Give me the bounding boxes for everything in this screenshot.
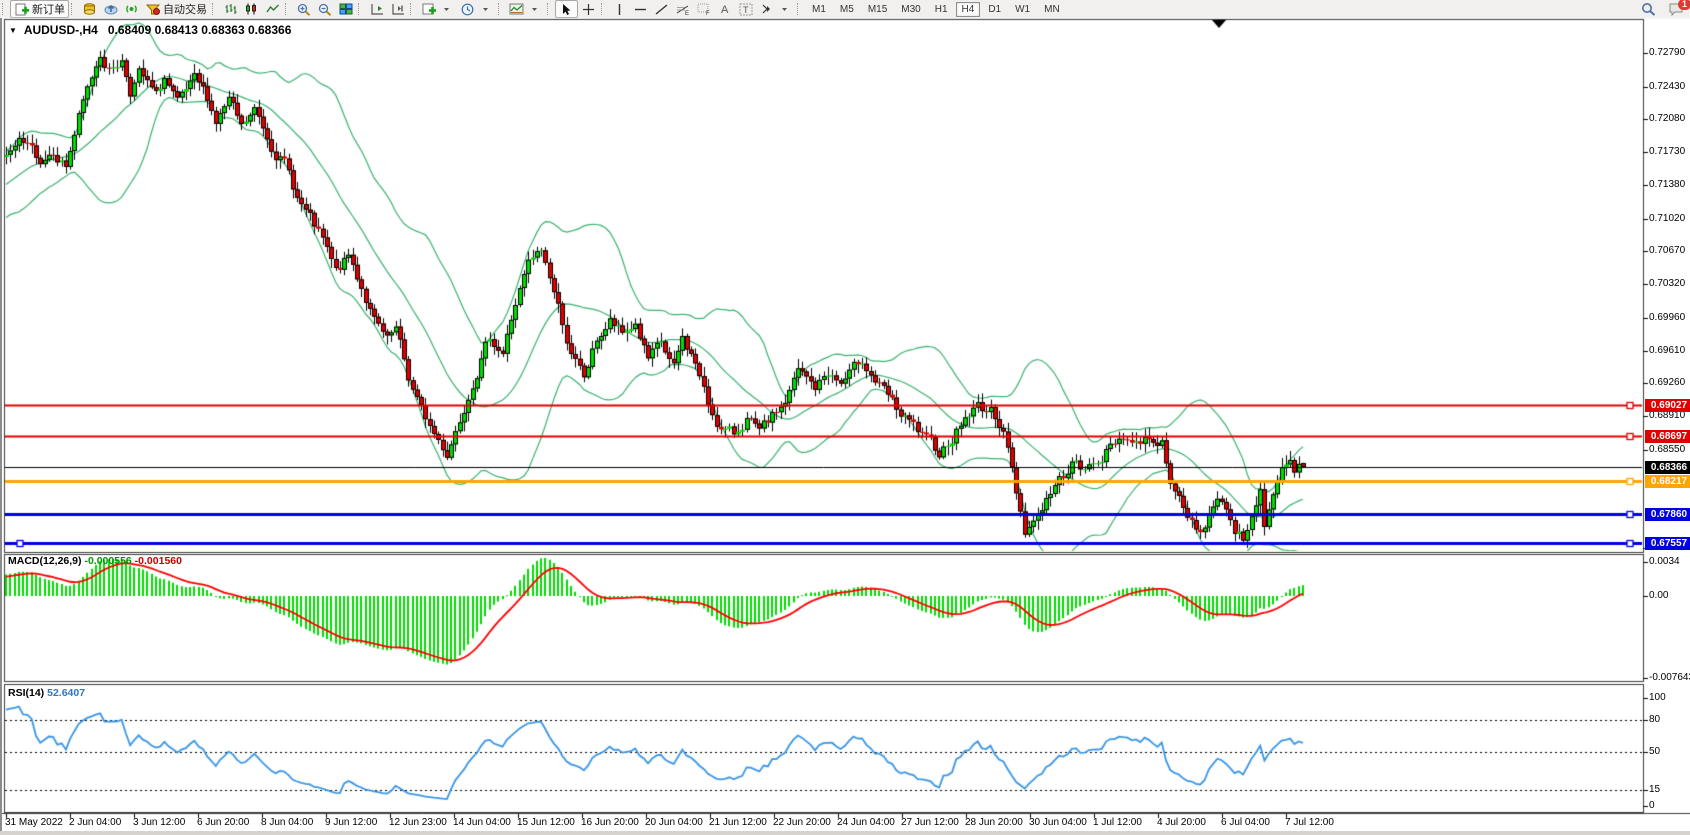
time-tick: 24 Jun 04:00 (837, 817, 895, 828)
rsi-tick: 50 (1649, 746, 1660, 757)
window-bottom-frame (0, 831, 1690, 835)
macd-main-value: -0.000556 (84, 555, 131, 567)
price-tick: 0.69610 (1649, 345, 1685, 356)
price-tick: 0.70670 (1649, 245, 1685, 256)
price-tick: 0.72430 (1649, 81, 1685, 92)
time-tick: 22 Jun 20:00 (773, 817, 831, 828)
macd-name: MACD(12,26,9) (8, 555, 82, 567)
time-tick: 7 Jul 12:00 (1285, 817, 1334, 828)
time-tick: 15 Jun 12:00 (517, 817, 575, 828)
time-tick: 3 Jun 12:00 (133, 817, 185, 828)
rsi-tick: 80 (1649, 714, 1660, 725)
terminal-window: 新订单 自动交易 (0, 0, 1690, 835)
macd-tick: 0.00 (1649, 590, 1668, 601)
time-tick: 6 Jul 04:00 (1221, 817, 1270, 828)
chart-dropdown-icon[interactable]: ▼ (9, 26, 17, 35)
price-tick: 0.72080 (1649, 113, 1685, 124)
time-tick: 12 Jun 23:00 (389, 817, 447, 828)
time-tick: 31 May 2022 (5, 817, 63, 828)
chart-canvas[interactable] (0, 0, 1690, 835)
time-tick: 1 Jul 12:00 (1093, 817, 1142, 828)
rsi-tick: 0 (1649, 800, 1655, 811)
macd-label: MACD(12,26,9) -0.000556 -0.001560 (8, 555, 182, 567)
time-tick: 27 Jun 12:00 (901, 817, 959, 828)
chart-title: ▼ AUDUSD-,H4 0.68409 0.68413 0.68363 0.6… (9, 23, 291, 37)
price-tick: 0.68550 (1649, 444, 1685, 455)
price-tick: 0.69960 (1649, 312, 1685, 323)
hline-price-badge: 0.67557 (1645, 537, 1690, 550)
rsi-value: 52.6407 (47, 687, 85, 699)
price-tick: 0.71730 (1649, 146, 1685, 157)
macd-signal-value: -0.001560 (135, 555, 182, 567)
current-price-badge: 0.68366 (1645, 461, 1690, 474)
time-tick: 4 Jul 20:00 (1157, 817, 1206, 828)
chart-ohlc-quotes: 0.68409 0.68413 0.68363 0.68366 (108, 23, 292, 37)
rsi-label: RSI(14) 52.6407 (8, 687, 85, 699)
time-tick: 20 Jun 04:00 (645, 817, 703, 828)
macd-tick: -0.007643 (1649, 672, 1690, 683)
time-tick: 21 Jun 12:00 (709, 817, 767, 828)
chart-symbol-period: AUDUSD-,H4 (24, 23, 98, 37)
time-tick: 28 Jun 20:00 (965, 817, 1023, 828)
macd-tick: 0.0034 (1649, 556, 1680, 567)
hline-price-badge: 0.67860 (1645, 508, 1690, 521)
hline-price-badge: 0.69027 (1645, 399, 1690, 412)
rsi-tick: 100 (1649, 692, 1666, 703)
time-tick: 6 Jun 20:00 (197, 817, 249, 828)
time-tick: 2 Jun 04:00 (69, 817, 121, 828)
price-tick: 0.71020 (1649, 213, 1685, 224)
time-tick: 9 Jun 12:00 (325, 817, 377, 828)
price-tick: 0.69260 (1649, 377, 1685, 388)
window-left-frame (0, 18, 2, 835)
time-tick: 14 Jun 04:00 (453, 817, 511, 828)
time-tick: 8 Jun 04:00 (261, 817, 313, 828)
rsi-tick: 15 (1649, 784, 1660, 795)
price-tick: 0.72790 (1649, 47, 1685, 58)
hline-price-badge: 0.68217 (1645, 475, 1690, 488)
time-tick: 16 Jun 20:00 (581, 817, 639, 828)
price-tick: 0.70320 (1649, 278, 1685, 289)
price-tick: 0.71380 (1649, 179, 1685, 190)
time-tick: 30 Jun 04:00 (1029, 817, 1087, 828)
hline-price-badge: 0.68697 (1645, 430, 1690, 443)
rsi-name: RSI(14) (8, 687, 44, 699)
